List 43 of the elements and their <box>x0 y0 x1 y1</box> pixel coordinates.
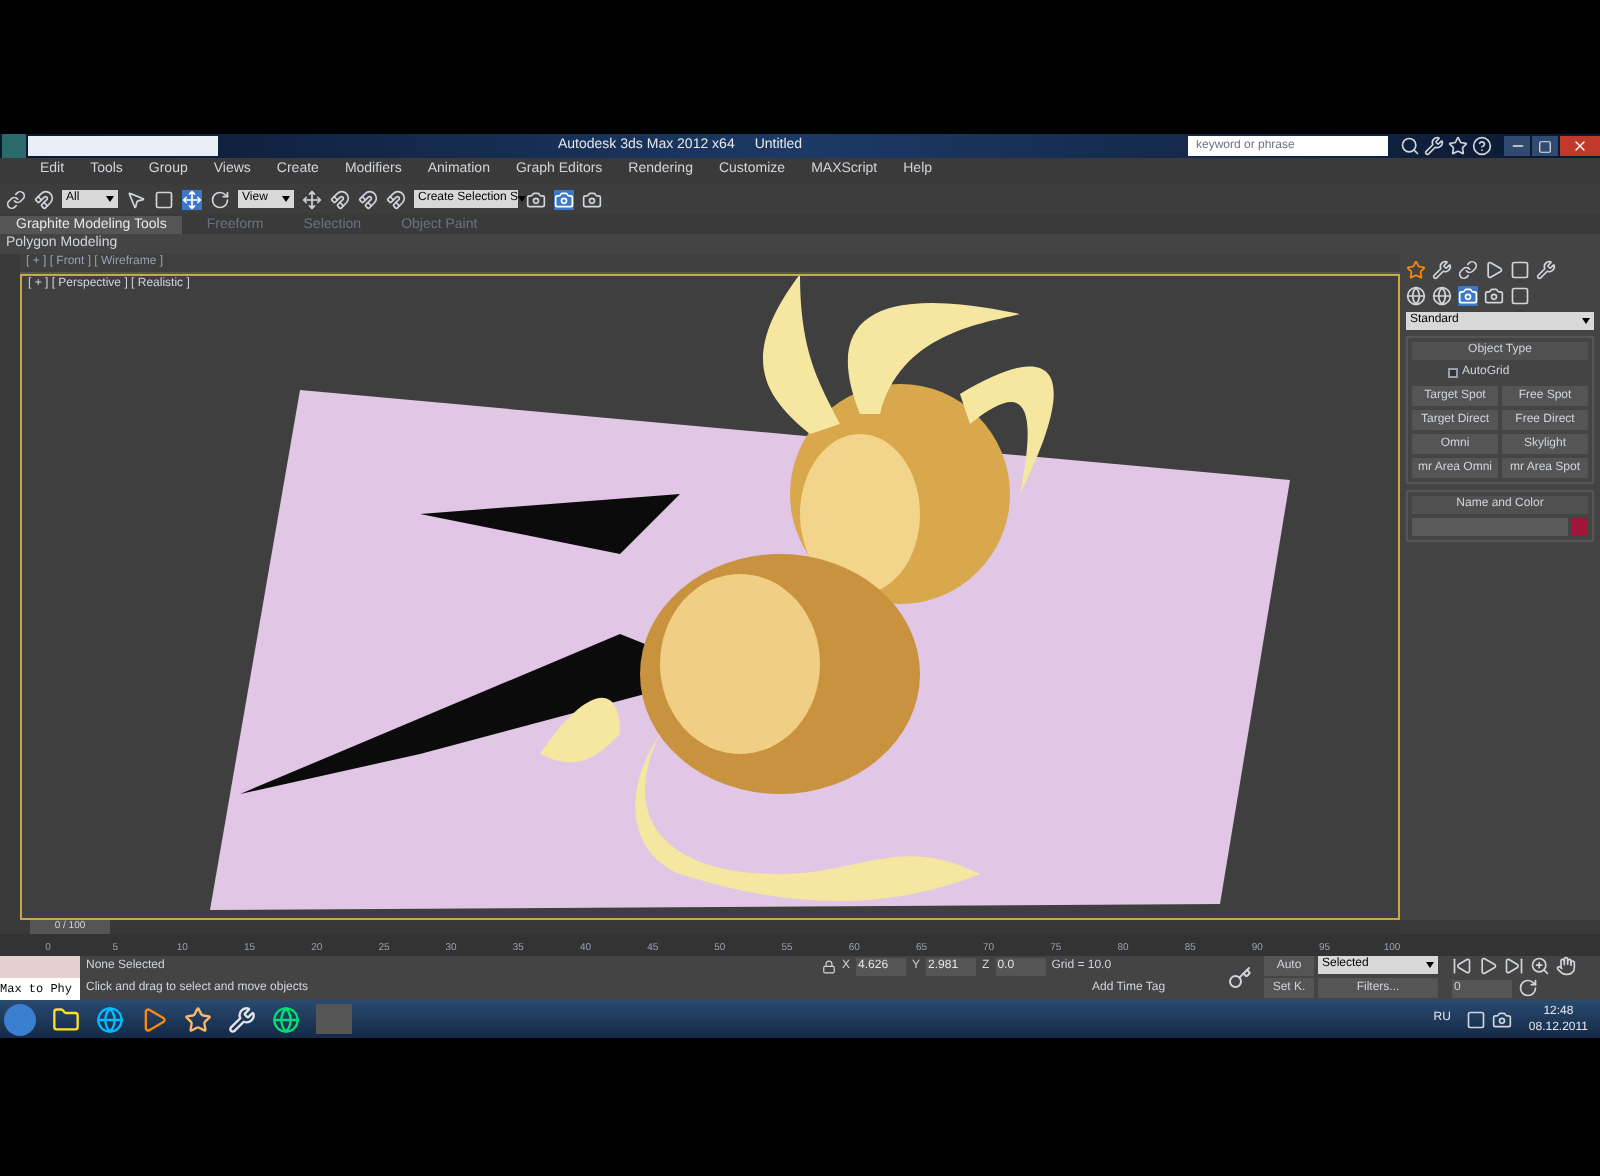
modify-tab-icon[interactable] <box>1432 260 1452 280</box>
color-swatch[interactable] <box>1572 518 1588 536</box>
orbit-icon[interactable] <box>1518 978 1538 998</box>
go-to-end-icon[interactable] <box>1504 956 1524 976</box>
listener-field[interactable] <box>0 956 80 978</box>
folder-icon[interactable] <box>52 1005 80 1033</box>
snap-icon[interactable] <box>330 189 350 209</box>
lock-icon[interactable] <box>822 960 836 974</box>
zoom-icon[interactable] <box>1530 956 1550 976</box>
wrench-icon[interactable] <box>1424 136 1444 156</box>
play-icon[interactable] <box>1478 956 1498 976</box>
autogrid-checkbox[interactable] <box>1448 368 1458 378</box>
close-button[interactable] <box>1560 136 1600 156</box>
go-to-start-icon[interactable] <box>1452 956 1472 976</box>
percent-snap-icon[interactable] <box>386 189 406 209</box>
create-tab-icon[interactable] <box>1406 260 1426 280</box>
rectangle-select-icon[interactable] <box>154 189 174 209</box>
rotate-icon[interactable] <box>210 189 230 209</box>
cameras-icon[interactable] <box>1484 286 1504 306</box>
app-icon[interactable] <box>184 1005 212 1033</box>
star-icon[interactable] <box>1448 136 1468 156</box>
search-icon[interactable] <box>1400 136 1420 156</box>
browser-icon[interactable] <box>96 1005 124 1033</box>
move-icon[interactable] <box>182 189 202 209</box>
maximize-icon <box>1538 139 1552 153</box>
start-button[interactable] <box>4 1003 36 1035</box>
help-icon[interactable] <box>1472 136 1492 156</box>
key-icon[interactable] <box>1228 966 1252 990</box>
hierarchy-tab-icon[interactable] <box>1458 260 1478 280</box>
magnet-icon[interactable] <box>34 189 54 209</box>
minimize-button[interactable] <box>1504 136 1530 156</box>
name-field[interactable] <box>1412 518 1569 536</box>
utilities-tab-icon[interactable] <box>1536 260 1556 280</box>
close-icon <box>1572 138 1588 154</box>
pointer-icon[interactable] <box>126 189 146 209</box>
angle-snap-icon[interactable] <box>358 189 378 209</box>
tools-icon[interactable] <box>228 1005 256 1033</box>
link-icon[interactable] <box>6 189 26 209</box>
pivot-icon[interactable] <box>302 189 322 209</box>
media-player-icon[interactable] <box>140 1005 168 1033</box>
maximize-button[interactable] <box>1532 136 1558 156</box>
pan-icon[interactable] <box>1556 956 1576 976</box>
motion-tab-icon[interactable] <box>1484 260 1504 280</box>
